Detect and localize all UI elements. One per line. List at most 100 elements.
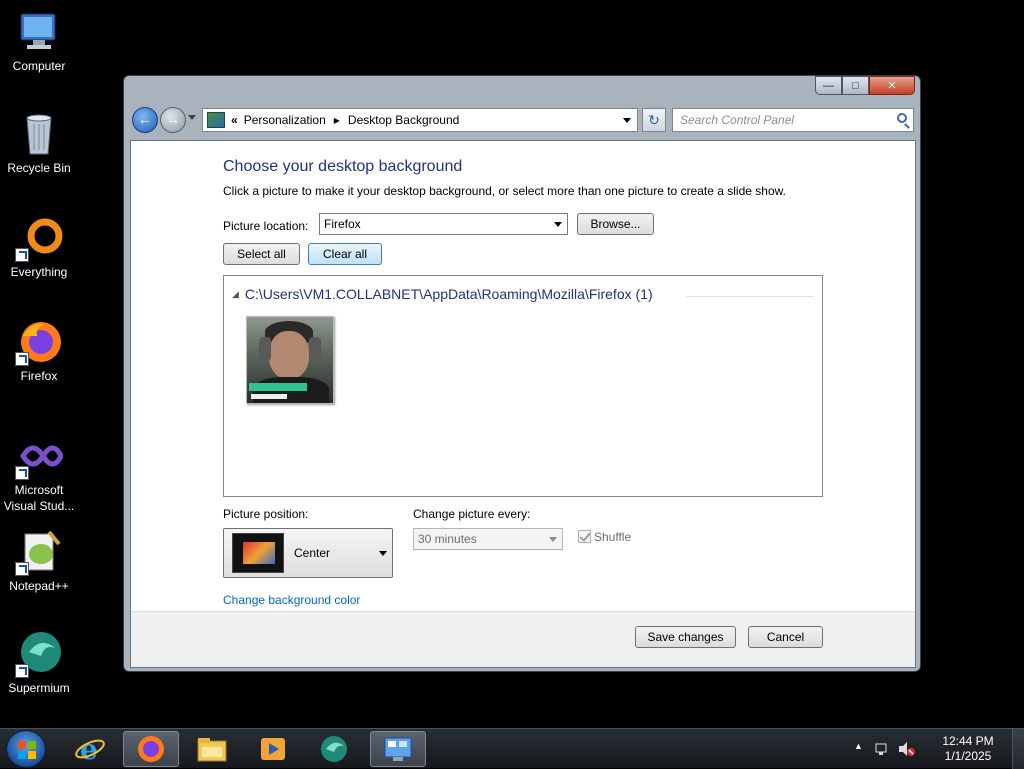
desktop-icon-label: Notepad++ bbox=[9, 579, 69, 593]
desktop-icon-label: Firefox bbox=[20, 369, 58, 383]
maximize-button[interactable]: □ bbox=[842, 76, 869, 95]
collapse-arrow-icon[interactable]: ◢ bbox=[232, 289, 239, 300]
picture-thumbnail[interactable] bbox=[246, 316, 334, 404]
taskbar-firefox[interactable] bbox=[123, 731, 179, 767]
taskbar-internet-explorer[interactable]: e bbox=[62, 731, 118, 767]
picture-position-label: Picture position: bbox=[223, 507, 309, 521]
desktop-icon-firefox[interactable]: Firefox bbox=[0, 318, 78, 384]
desktop-icon-label: Supermium bbox=[8, 681, 70, 695]
windows-logo-icon bbox=[18, 741, 36, 759]
taskbar-control-panel[interactable] bbox=[370, 731, 426, 767]
system-tray: ▲ 12:44 PM 1/1/2025 bbox=[854, 729, 1004, 769]
folder-icon bbox=[197, 738, 227, 762]
minimize-button[interactable]: — bbox=[815, 76, 842, 95]
position-preview-image bbox=[232, 533, 284, 573]
change-picture-value: 30 minutes bbox=[418, 532, 477, 546]
firefox-icon bbox=[15, 318, 63, 366]
internet-explorer-icon: e bbox=[75, 733, 105, 765]
action-center-icon[interactable] bbox=[874, 741, 890, 757]
shuffle-checkbox[interactable] bbox=[578, 530, 591, 543]
chevron-down-icon bbox=[379, 551, 387, 556]
search-placeholder: Search Control Panel bbox=[680, 113, 795, 127]
volume-muted-icon[interactable] bbox=[898, 741, 916, 757]
picture-group-header[interactable]: ◢ C:\Users\VM1.COLLABNET\AppData\Roaming… bbox=[232, 286, 653, 302]
clock-date: 1/1/2025 bbox=[944, 749, 992, 763]
caption-buttons: — □ ✕ bbox=[815, 76, 915, 95]
breadcrumb-overflow[interactable]: « bbox=[231, 113, 238, 127]
forward-arrow-icon: → bbox=[166, 111, 180, 127]
desktop-icon-label: Microsoft Visual Stud... bbox=[3, 483, 75, 513]
change-background-color-link[interactable]: Change background color bbox=[223, 593, 360, 607]
desktop-background-window: — □ ✕ ← → « Personalization ▶ Desktop Ba… bbox=[123, 75, 921, 672]
shortcut-arrow-icon bbox=[15, 664, 29, 678]
shortcut-arrow-icon bbox=[15, 466, 29, 480]
show-hidden-icons-icon[interactable]: ▲ bbox=[854, 741, 863, 751]
desktop-icon-label: Recycle Bin bbox=[7, 161, 71, 175]
taskbar-supermium[interactable] bbox=[306, 731, 362, 767]
taskbar-media-player[interactable] bbox=[245, 731, 301, 767]
chevron-down-icon bbox=[554, 222, 562, 227]
picture-position-value: Center bbox=[294, 546, 331, 560]
breadcrumb-desktop-background[interactable]: Desktop Background bbox=[348, 113, 459, 127]
desktop-icon-notepad-plus-plus[interactable]: Notepad++ bbox=[0, 528, 78, 594]
forward-button[interactable]: → bbox=[160, 107, 186, 133]
recent-pages-dropdown[interactable] bbox=[188, 115, 196, 120]
cancel-button[interactable]: Cancel bbox=[748, 626, 823, 648]
clear-all-button[interactable]: Clear all bbox=[308, 243, 382, 265]
picture-location-value: Firefox bbox=[324, 217, 361, 231]
breadcrumb-personalization[interactable]: Personalization bbox=[244, 113, 326, 127]
computer-icon bbox=[15, 8, 63, 56]
breadcrumb-separator-icon[interactable]: ▶ bbox=[334, 116, 340, 125]
picture-position-select[interactable]: Center bbox=[223, 528, 393, 578]
start-button[interactable] bbox=[6, 730, 46, 768]
supermium-icon bbox=[15, 630, 63, 678]
group-divider bbox=[686, 296, 814, 297]
change-picture-label: Change picture every: bbox=[413, 507, 531, 521]
search-input[interactable]: Search Control Panel bbox=[672, 108, 914, 132]
refresh-button[interactable]: ↻ bbox=[642, 108, 666, 132]
select-all-button[interactable]: Select all bbox=[223, 243, 300, 265]
desktop-icon-everything[interactable]: Everything bbox=[0, 214, 78, 280]
clock-time: 12:44 PM bbox=[942, 734, 994, 748]
refresh-icon: ↻ bbox=[648, 111, 660, 128]
browse-button[interactable]: Browse... bbox=[577, 213, 654, 235]
visual-studio-icon bbox=[15, 432, 64, 480]
control-panel-icon bbox=[384, 737, 412, 761]
back-button[interactable]: ← bbox=[132, 107, 158, 133]
save-changes-button[interactable]: Save changes bbox=[635, 626, 736, 648]
page-title: Choose your desktop background bbox=[223, 158, 463, 175]
close-button[interactable]: ✕ bbox=[869, 76, 915, 95]
change-picture-interval-select[interactable]: 30 minutes bbox=[413, 528, 563, 550]
picture-location-select[interactable]: Firefox bbox=[319, 213, 568, 235]
address-bar[interactable]: « Personalization ▶ Desktop Background bbox=[202, 108, 638, 132]
page-description: Click a picture to make it your desktop … bbox=[223, 184, 786, 198]
desktop-icon-visual-studio[interactable]: Microsoft Visual Stud... bbox=[0, 432, 78, 514]
search-icon[interactable] bbox=[897, 113, 907, 123]
dialog-footer: Save changes Cancel bbox=[131, 611, 915, 667]
back-arrow-icon: ← bbox=[138, 111, 152, 127]
shortcut-arrow-icon bbox=[15, 248, 29, 262]
chevron-down-icon bbox=[549, 537, 557, 542]
taskbar-explorer[interactable] bbox=[184, 731, 240, 767]
shortcut-arrow-icon bbox=[15, 352, 29, 366]
taskbar: e ▲ 12:44 PM 1/1/2025 bbox=[0, 728, 1024, 769]
picture-list[interactable]: ◢ C:\Users\VM1.COLLABNET\AppData\Roaming… bbox=[223, 275, 823, 497]
shuffle-label: Shuffle bbox=[594, 530, 632, 544]
content-pane: Choose your desktop background Click a p… bbox=[130, 140, 916, 668]
desktop-icon-supermium[interactable]: Supermium bbox=[0, 630, 78, 696]
recycle-bin-icon bbox=[15, 110, 63, 158]
picture-location-label: Picture location: bbox=[223, 219, 309, 233]
firefox-icon bbox=[138, 736, 164, 762]
desktop-icon-computer[interactable]: Computer bbox=[0, 8, 78, 74]
navigation-bar: ← → « Personalization ▶ Desktop Backgrou… bbox=[132, 106, 914, 134]
address-dropdown-icon[interactable] bbox=[623, 118, 631, 123]
media-player-icon bbox=[261, 738, 285, 760]
show-desktop-button[interactable] bbox=[1012, 729, 1024, 769]
desktop-icon-recycle-bin[interactable]: Recycle Bin bbox=[0, 110, 78, 176]
desktop-icon-label: Computer bbox=[12, 59, 66, 73]
desktop-icon-label: Everything bbox=[10, 265, 68, 279]
picture-group-title: C:\Users\VM1.COLLABNET\AppData\Roaming\M… bbox=[244, 286, 653, 302]
shortcut-arrow-icon bbox=[15, 562, 29, 576]
clock[interactable]: 12:44 PM 1/1/2025 bbox=[938, 734, 998, 764]
everything-icon bbox=[15, 214, 63, 262]
